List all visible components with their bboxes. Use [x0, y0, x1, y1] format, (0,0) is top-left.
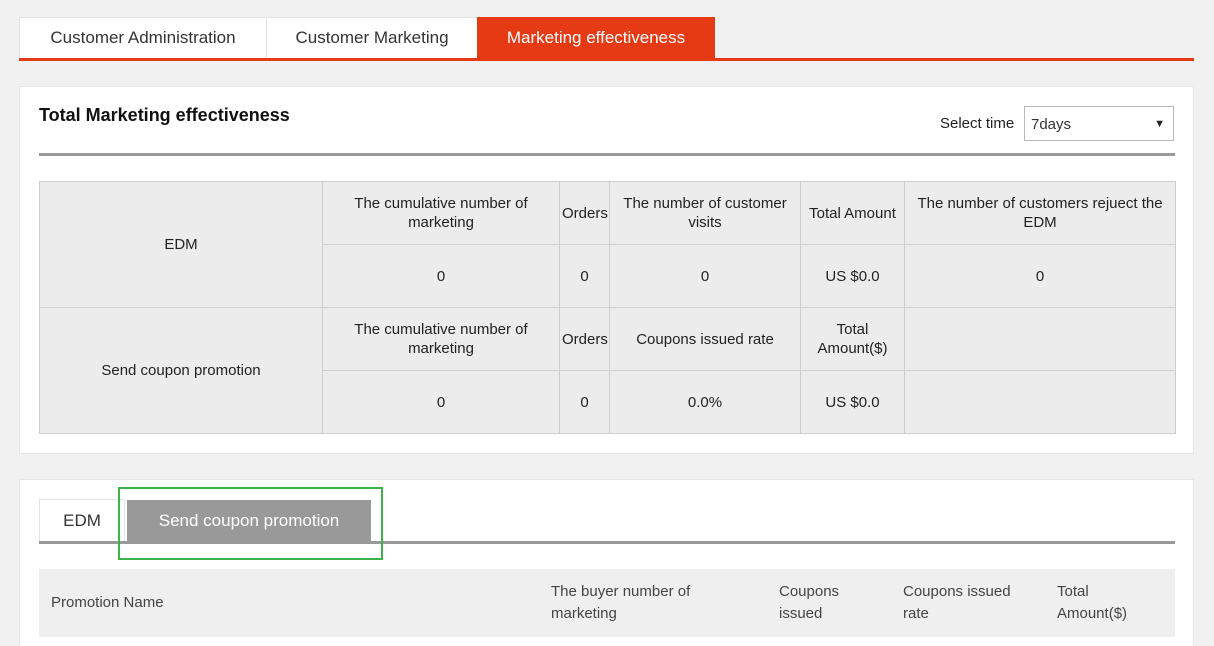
edm-header-total-amount: Total Amount [800, 181, 905, 245]
coupon-header-total-amount: Total Amount($) [800, 307, 905, 371]
edm-value-cumulative: 0 [322, 244, 560, 308]
edm-value-orders: 0 [559, 244, 610, 308]
coupon-header-issued-rate: Coupons issued rate [609, 307, 801, 371]
column-header-total-amount: Total Amount($) [1057, 583, 1128, 622]
tab-customer-marketing[interactable]: Customer Marketing [266, 17, 478, 58]
title-divider [39, 153, 1175, 156]
column-header-coupons-issued-rate: Coupons issued rate [903, 583, 1011, 622]
edm-value-rejected: 0 [904, 244, 1176, 308]
column-header-buyer-number: The buyer number of marketing [551, 583, 691, 622]
edm-header-visits: The number of customer visits [609, 181, 801, 245]
top-tab-bar: Customer Administration Customer Marketi… [19, 17, 1194, 61]
column-header-coupons-issued: Coupons issued [779, 583, 840, 622]
edm-value-visits: 0 [609, 244, 801, 308]
sub-tab-bar: EDM Send coupon promotion [39, 499, 1175, 544]
tab-marketing-effectiveness[interactable]: Marketing effectiveness [477, 17, 715, 58]
summary-panel: Total Marketing effectiveness Select tim… [19, 86, 1194, 454]
tab-send-coupon-promotion[interactable]: Send coupon promotion [127, 500, 371, 541]
coupon-header-cumulative: The cumulative number of marketing [322, 307, 560, 371]
tab-edm[interactable]: EDM [39, 499, 125, 541]
time-select-value: 7days [1031, 116, 1072, 133]
coupon-value-orders: 0 [559, 370, 610, 434]
promotion-list-header: Promotion Name The buyer number of marke… [39, 569, 1175, 637]
summary-table: EDM The cumulative number of marketing O… [39, 181, 1176, 434]
column-header-promotion-name: Promotion Name [51, 594, 164, 611]
table-row: Send coupon promotion The cumulative num… [39, 307, 1176, 434]
tab-customer-administration[interactable]: Customer Administration [19, 17, 267, 58]
coupon-row-label: Send coupon promotion [39, 307, 323, 434]
coupon-header-empty [904, 307, 1176, 371]
coupon-value-cumulative: 0 [322, 370, 560, 434]
coupon-value-issued-rate: 0.0% [609, 370, 801, 434]
coupon-value-total-amount: US $0.0 [800, 370, 905, 434]
edm-header-orders: Orders [559, 181, 610, 245]
dropdown-arrow-icon: ▼ [1154, 118, 1165, 130]
edm-row-label: EDM [39, 181, 323, 308]
edm-header-cumulative: The cumulative number of marketing [322, 181, 560, 245]
edm-header-rejected: The number of customers rejuect the EDM [904, 181, 1176, 245]
select-time-label: Select time [940, 115, 1015, 132]
coupon-value-empty [904, 370, 1176, 434]
panel-title: Total Marketing effectiveness [39, 105, 290, 125]
time-select[interactable]: 7days ▼ [1024, 106, 1174, 141]
coupon-header-orders: Orders [559, 307, 610, 371]
edm-value-total-amount: US $0.0 [800, 244, 905, 308]
table-row: EDM The cumulative number of marketing O… [39, 181, 1176, 308]
detail-panel: EDM Send coupon promotion Promotion Name… [19, 479, 1194, 646]
